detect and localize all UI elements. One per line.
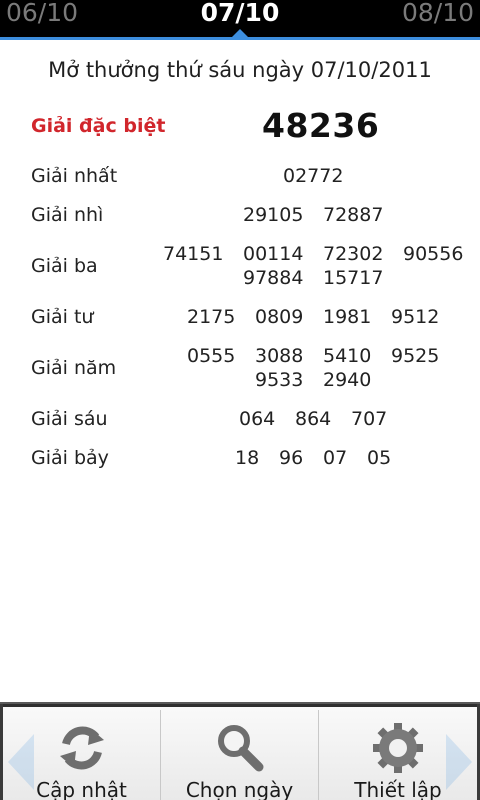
- prize-number: 15717: [323, 267, 384, 289]
- prize-number: 9525: [391, 345, 440, 367]
- choose-date-button-label: Chọn ngày: [185, 778, 294, 800]
- prize-number: 707: [351, 408, 388, 430]
- prize-label-fourth: Giải tư: [31, 306, 94, 328]
- prize-number: 00114: [243, 243, 304, 265]
- prize-number: 2175: [187, 306, 236, 328]
- prize-label-fifth: Giải năm: [31, 357, 117, 379]
- settings-button[interactable]: Thiết lập: [319, 704, 477, 800]
- draw-heading: Mở thưởng thứ sáu ngày 07/10/2011: [48, 58, 432, 82]
- choose-date-button[interactable]: Chọn ngày: [161, 704, 318, 800]
- prize-number: 064: [239, 408, 276, 430]
- refresh-button-label: Cập nhật: [36, 778, 127, 800]
- prize-number: 5410: [323, 345, 372, 367]
- prize-number: 2940: [323, 369, 372, 391]
- prize-number: 02772: [283, 165, 344, 187]
- refresh-button[interactable]: Cập nhật: [3, 704, 160, 800]
- gear-icon: [373, 723, 423, 773]
- prize-number: 72302: [323, 243, 384, 265]
- prize-number: 07: [323, 447, 348, 469]
- prize-label-seventh: Giải bảy: [31, 447, 109, 469]
- next-date-tab[interactable]: 08/10: [402, 0, 474, 26]
- prize-number: 90556: [403, 243, 464, 265]
- prize-number: 0809: [255, 306, 304, 328]
- refresh-icon: [59, 726, 104, 770]
- special-prize-label: Giải đặc biệt: [31, 115, 166, 137]
- prize-number: 74151: [163, 243, 224, 265]
- prize-number: 72887: [323, 204, 384, 226]
- prize-number: 29105: [243, 204, 304, 226]
- date-navigation-bar: 06/10 07/10 08/10: [0, 0, 480, 40]
- prize-number: 96: [279, 447, 304, 469]
- current-date-pointer-icon: [231, 29, 249, 38]
- prize-label-sixth: Giải sáu: [31, 408, 108, 430]
- prize-number: 864: [295, 408, 332, 430]
- prize-label-first: Giải nhất: [31, 165, 118, 187]
- bottom-toolbar: Cập nhật Chọn ngày Thiết lập: [0, 702, 480, 800]
- special-prize-number: 48236: [262, 106, 380, 145]
- search-icon: [217, 725, 263, 772]
- prize-number: 9512: [391, 306, 440, 328]
- prize-number: 9533: [255, 369, 304, 391]
- settings-button-label: Thiết lập: [354, 778, 442, 800]
- prize-number: 3088: [255, 345, 304, 367]
- prize-number: 18: [235, 447, 260, 469]
- prize-number: 05: [367, 447, 392, 469]
- prize-label-second: Giải nhì: [31, 204, 104, 226]
- prize-number: 0555: [187, 345, 236, 367]
- prize-number: 1981: [323, 306, 372, 328]
- prize-number: 97884: [243, 267, 304, 289]
- prize-label-third: Giải ba: [31, 255, 98, 277]
